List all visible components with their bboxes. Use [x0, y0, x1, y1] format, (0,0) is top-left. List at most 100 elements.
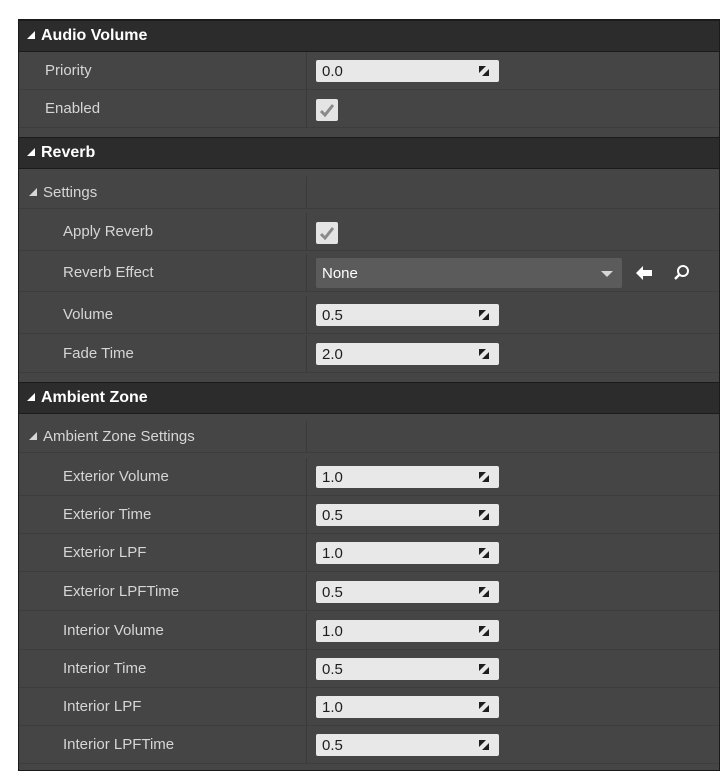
reverb-effect-combo[interactable]: None [316, 258, 622, 288]
arrow-left-icon [636, 266, 652, 280]
property-row-enabled: Enabled [19, 90, 719, 128]
volume-input[interactable]: 0.5 [316, 304, 499, 326]
column-divider[interactable] [306, 458, 307, 495]
input-value: 0.5 [322, 583, 343, 601]
input-value: 0.5 [322, 736, 343, 754]
property-row-interior-volume: Interior Volume 1.0 [19, 612, 719, 650]
diagonal-resize-icon[interactable] [478, 663, 490, 675]
checkmark-icon [319, 104, 335, 118]
input-value: 0.5 [322, 660, 343, 678]
diagonal-resize-icon[interactable] [478, 471, 490, 483]
section-header-reverb[interactable]: Reverb [19, 137, 719, 169]
chevron-down-icon[interactable] [601, 271, 613, 277]
checkmark-icon [319, 227, 335, 241]
property-label: Apply Reverb [63, 223, 154, 240]
property-row-interior-time: Interior Time 0.5 [19, 650, 719, 688]
interior-time-input[interactable]: 0.5 [316, 658, 499, 680]
column-divider[interactable] [306, 296, 307, 333]
input-value: 0.0 [322, 62, 343, 80]
column-divider[interactable] [306, 726, 307, 763]
browse-button[interactable] [671, 262, 693, 284]
input-value: 1.0 [322, 544, 343, 562]
property-label: Priority [45, 62, 92, 79]
property-label: Reverb Effect [63, 264, 154, 281]
property-row-interior-lpftime: Interior LPFTime 0.5 [19, 726, 719, 764]
property-label: Interior LPF [63, 698, 142, 715]
property-row-exterior-volume: Exterior Volume 1.0 [19, 458, 719, 496]
collapse-triangle-icon[interactable] [27, 393, 35, 401]
column-divider[interactable] [306, 688, 307, 725]
property-row-reverb-effect: Reverb Effect None [19, 254, 719, 292]
apply-reverb-checkbox[interactable] [316, 222, 338, 244]
exterior-volume-input[interactable]: 1.0 [316, 466, 499, 488]
column-divider[interactable] [306, 612, 307, 649]
section-header-audio-volume[interactable]: Audio Volume [19, 20, 719, 52]
interior-volume-input[interactable]: 1.0 [316, 620, 499, 642]
input-value: 1.0 [322, 468, 343, 486]
property-label: Enabled [45, 100, 101, 117]
group-row-settings[interactable]: Settings [19, 177, 719, 209]
property-row-exterior-time: Exterior Time 0.5 [19, 496, 719, 534]
collapse-triangle-icon[interactable] [27, 31, 35, 39]
property-row-exterior-lpf: Exterior LPF 1.0 [19, 534, 719, 572]
property-row-apply-reverb: Apply Reverb [19, 213, 719, 251]
column-divider[interactable] [306, 573, 307, 610]
column-divider[interactable] [306, 177, 307, 208]
property-row-volume: Volume 0.5 [19, 296, 719, 334]
input-value: 0.5 [322, 306, 343, 324]
section-title: Reverb [41, 144, 96, 161]
section-header-ambient-zone[interactable]: Ambient Zone [19, 382, 719, 414]
property-row-fade-time: Fade Time 2.0 [19, 335, 719, 373]
search-icon [674, 265, 689, 280]
diagonal-resize-icon[interactable] [478, 586, 490, 598]
diagonal-resize-icon[interactable] [478, 509, 490, 521]
interior-lpf-input[interactable]: 1.0 [316, 696, 499, 718]
column-divider[interactable] [306, 52, 307, 89]
column-divider[interactable] [306, 496, 307, 533]
diagonal-resize-icon[interactable] [478, 65, 490, 77]
fade-time-input[interactable]: 2.0 [316, 343, 499, 365]
details-panel: Audio Volume Priority 0.0 Enabled Reverb… [18, 19, 720, 771]
diagonal-resize-icon[interactable] [478, 625, 490, 637]
column-divider[interactable] [306, 534, 307, 571]
input-value: 1.0 [322, 698, 343, 716]
input-value: 0.5 [322, 506, 343, 524]
property-row-exterior-lpftime: Exterior LPFTime 0.5 [19, 573, 719, 611]
use-selected-button[interactable] [633, 262, 655, 284]
combo-value: None [322, 264, 358, 282]
property-label: Interior Volume [63, 622, 164, 639]
column-divider[interactable] [306, 213, 307, 250]
collapse-triangle-icon[interactable] [29, 187, 37, 196]
property-label: Interior LPFTime [63, 736, 175, 753]
property-label: Fade Time [63, 345, 134, 362]
collapse-triangle-icon[interactable] [29, 431, 37, 440]
group-row-ambient-zone-settings[interactable]: Ambient Zone Settings [19, 421, 719, 453]
property-label: Volume [63, 306, 114, 323]
diagonal-resize-icon[interactable] [478, 701, 490, 713]
property-label: Exterior LPF [63, 544, 147, 561]
interior-lpftime-input[interactable]: 0.5 [316, 734, 499, 756]
priority-input[interactable]: 0.0 [316, 60, 499, 82]
property-label: Exterior Volume [63, 468, 169, 485]
property-row-interior-lpf: Interior LPF 1.0 [19, 688, 719, 726]
input-value: 2.0 [322, 345, 343, 363]
diagonal-resize-icon[interactable] [478, 739, 490, 751]
exterior-lpftime-input[interactable]: 0.5 [316, 581, 499, 603]
column-divider[interactable] [306, 421, 307, 452]
property-label: Interior Time [63, 660, 147, 677]
diagonal-resize-icon[interactable] [478, 309, 490, 321]
group-label: Settings [29, 177, 97, 208]
collapse-triangle-icon[interactable] [27, 148, 35, 156]
exterior-lpf-input[interactable]: 1.0 [316, 542, 499, 564]
column-divider[interactable] [306, 254, 307, 291]
enabled-checkbox[interactable] [316, 99, 338, 121]
diagonal-resize-icon[interactable] [478, 348, 490, 360]
diagonal-resize-icon[interactable] [478, 547, 490, 559]
column-divider[interactable] [306, 90, 307, 127]
exterior-time-input[interactable]: 0.5 [316, 504, 499, 526]
column-divider[interactable] [306, 650, 307, 687]
section-title: Audio Volume [41, 27, 148, 44]
column-divider[interactable] [306, 335, 307, 372]
section-title: Ambient Zone [41, 389, 148, 406]
property-label: Exterior Time [63, 506, 152, 523]
